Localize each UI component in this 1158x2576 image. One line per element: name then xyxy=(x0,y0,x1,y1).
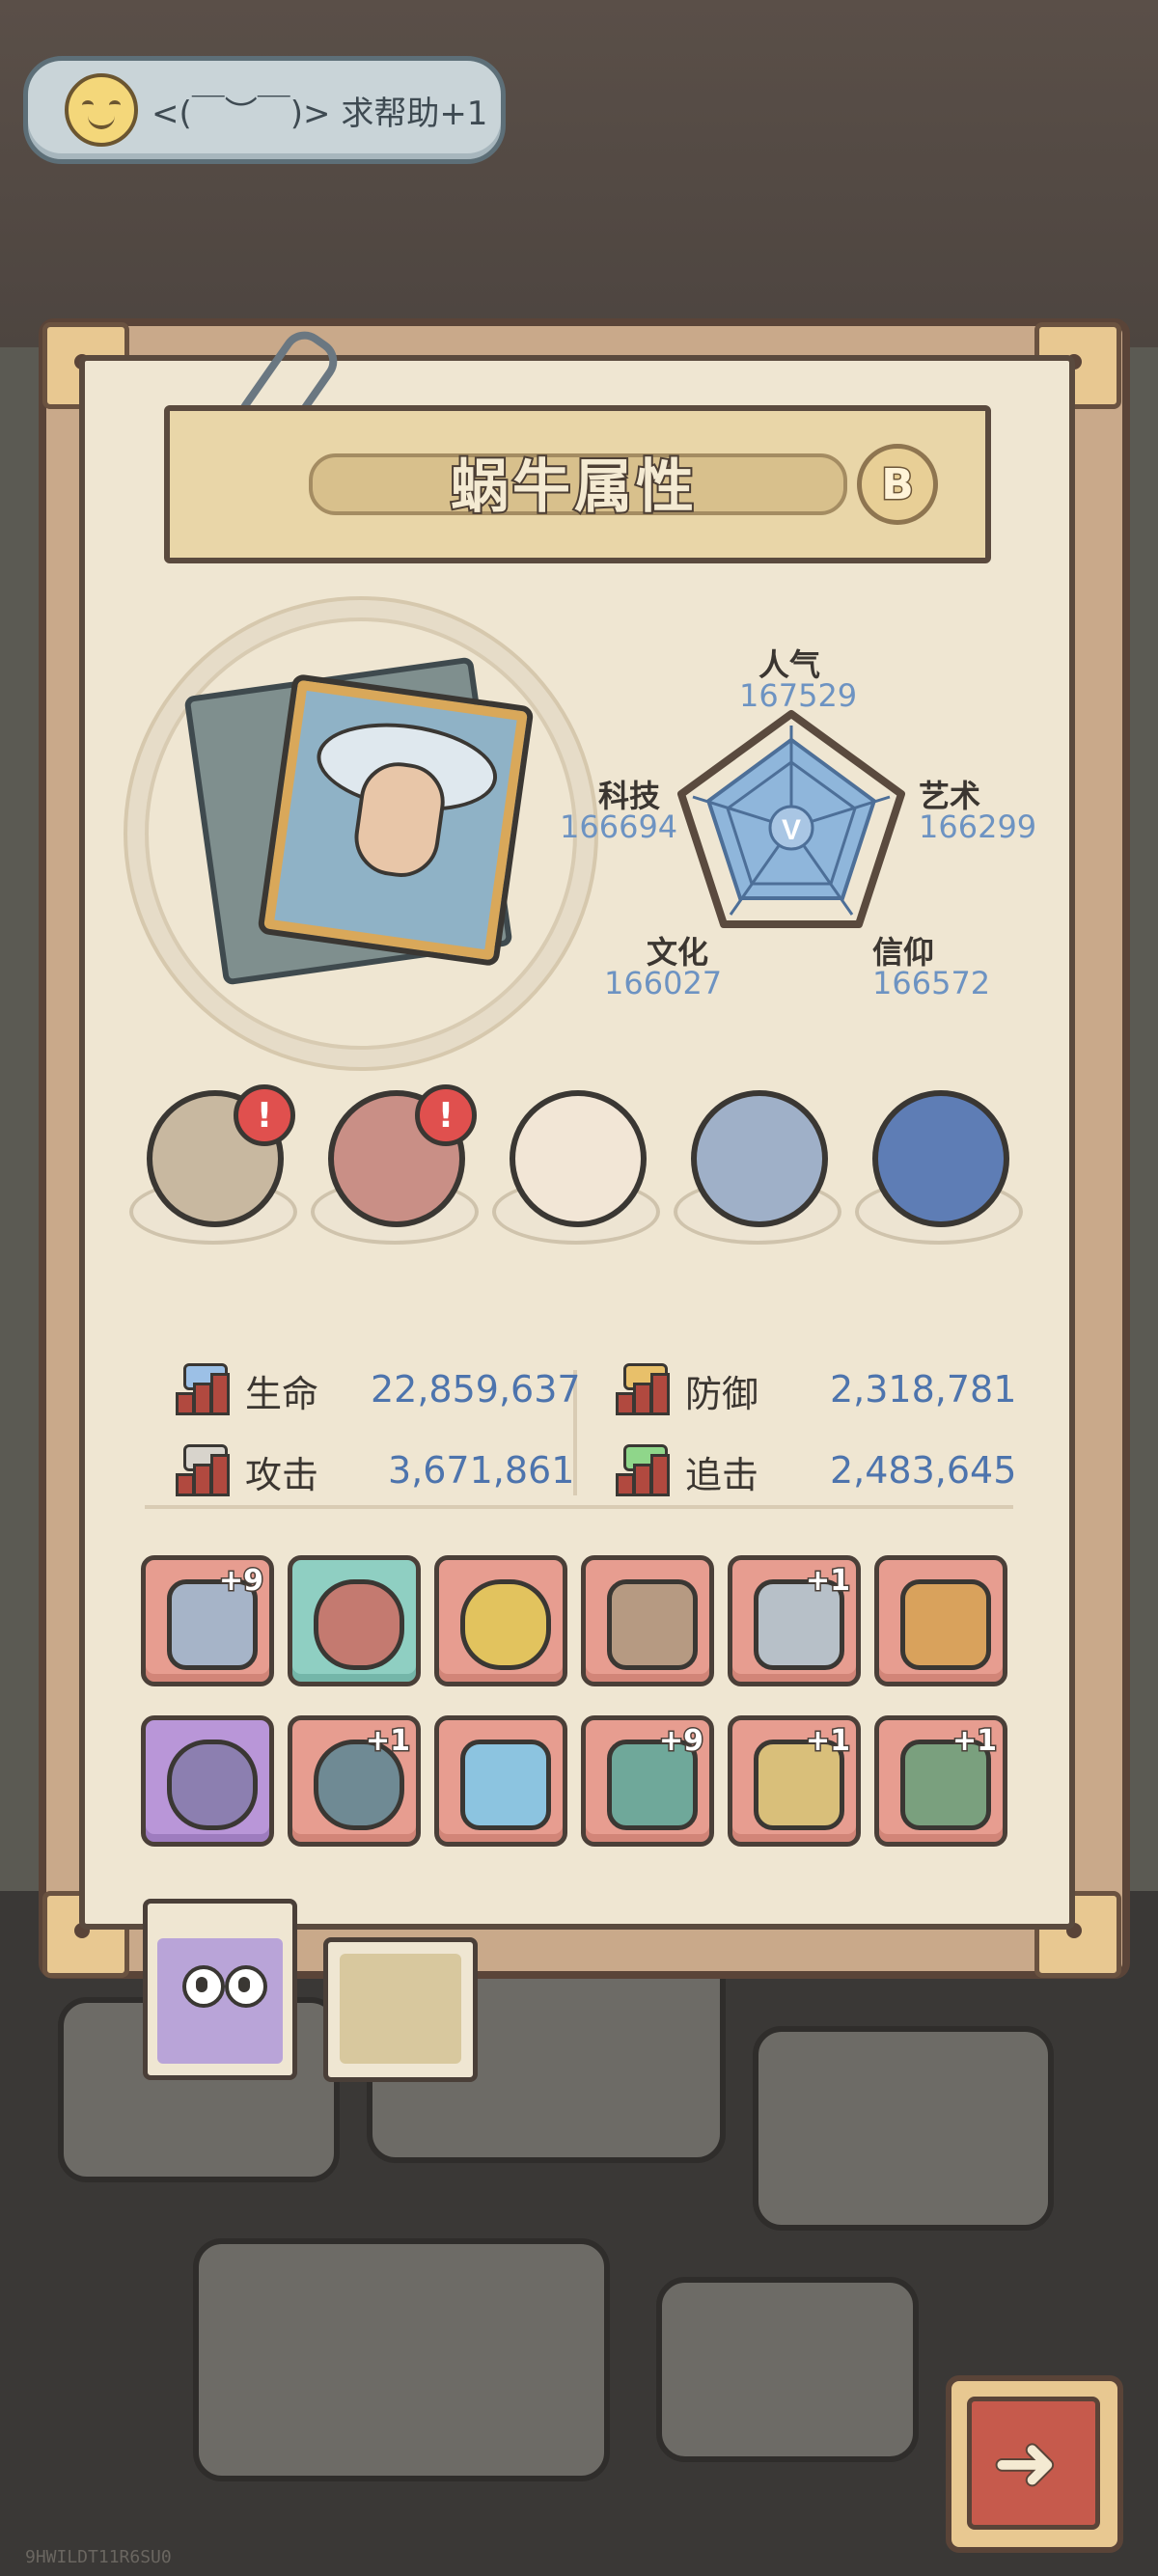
radar-value-faith: 166572 xyxy=(872,965,991,1001)
equip-winged-gauntlet[interactable] xyxy=(874,1555,1007,1686)
defense-label: 防御 xyxy=(685,1373,759,1415)
radar-value-culture: 166027 xyxy=(604,965,723,1001)
attack-value: 3,671,861 xyxy=(388,1449,575,1492)
sword-icon xyxy=(172,1443,239,1496)
crystal-wand-icon xyxy=(460,1740,551,1830)
equip-golden-ring[interactable] xyxy=(434,1555,567,1686)
help-request-text: <(￣︶￣)> 求帮助+1 xyxy=(152,94,488,133)
stat-defense: 防御 xyxy=(612,1362,759,1417)
golden-ring-icon xyxy=(460,1579,551,1670)
smiley-icon xyxy=(65,73,138,147)
enhance-level: +1 xyxy=(804,1563,851,1600)
equip-koala-head[interactable] xyxy=(141,1715,274,1847)
character-portrait[interactable] xyxy=(257,672,535,968)
hp-icon xyxy=(172,1362,239,1415)
relic-alert-badge: ! xyxy=(415,1084,477,1146)
equip-golden-helm[interactable]: +1 xyxy=(728,1715,861,1847)
radar-center-label: V xyxy=(782,814,801,846)
attack-label: 攻击 xyxy=(245,1454,319,1496)
stat-hp: 生命 xyxy=(172,1362,319,1417)
snail-icon xyxy=(157,1938,283,2064)
fanged-skull-relic[interactable]: ! xyxy=(311,1084,479,1245)
chase-label: 追击 xyxy=(685,1454,759,1496)
background-sky xyxy=(0,0,1158,347)
lightning-icon xyxy=(612,1443,679,1496)
enhance-level: +1 xyxy=(364,1723,411,1760)
equip-war-hammer[interactable]: +1 xyxy=(874,1715,1007,1847)
stat-chase: 追击 xyxy=(612,1443,759,1498)
equip-serpent-staff[interactable]: +9 xyxy=(581,1715,714,1847)
equip-stone-mask[interactable] xyxy=(581,1555,714,1686)
koi-fish-relic[interactable] xyxy=(492,1090,660,1245)
stone-mask-icon xyxy=(607,1579,698,1670)
relic-alert-badge: ! xyxy=(234,1084,295,1146)
help-request-bubble[interactable]: <(￣︶￣)> 求帮助+1 xyxy=(23,56,506,164)
enhance-level: +9 xyxy=(657,1723,704,1760)
shell-icon xyxy=(340,1954,461,2064)
grade-badge[interactable]: B xyxy=(857,444,938,525)
gem-box-relic[interactable] xyxy=(855,1090,1023,1245)
watermark: 9HWILDT11R6SU0 xyxy=(25,2547,172,2567)
attribute-radar-chart: V xyxy=(677,710,905,928)
enhance-level: +1 xyxy=(951,1723,998,1760)
enhance-level: +1 xyxy=(804,1723,851,1760)
arrow-right-icon: ➜ xyxy=(991,2418,1060,2507)
equip-tentacle-sword[interactable]: +9 xyxy=(141,1555,274,1686)
mechanical-octopus-relic[interactable]: ! xyxy=(129,1084,297,1245)
stat-attack: 攻击 xyxy=(172,1443,319,1498)
enhance-level: +9 xyxy=(217,1563,264,1600)
panel-title: 蜗牛属性 xyxy=(449,452,698,523)
snail-tab[interactable] xyxy=(143,1899,297,2080)
equip-crystal-wand[interactable] xyxy=(434,1715,567,1847)
radar-value-art: 166299 xyxy=(919,808,1037,845)
stats-separator xyxy=(145,1505,1013,1509)
hp-label: 生命 xyxy=(245,1373,319,1415)
radar-value-popularity: 167529 xyxy=(739,677,858,714)
hp-value: 22,859,637 xyxy=(371,1368,581,1411)
radar-value-tech: 166694 xyxy=(560,808,678,845)
defense-value: 2,318,781 xyxy=(830,1368,1017,1411)
equip-serpent-ring[interactable]: +1 xyxy=(288,1715,421,1847)
koala-head-icon xyxy=(167,1740,258,1830)
equip-bear-head[interactable] xyxy=(288,1555,421,1686)
compass-relic[interactable] xyxy=(674,1090,841,1245)
winged-gauntlet-icon xyxy=(900,1579,991,1670)
equip-dagger[interactable]: +1 xyxy=(728,1555,861,1686)
next-button[interactable]: ➜ xyxy=(946,2375,1123,2553)
shell-tab[interactable] xyxy=(323,1937,478,2082)
chase-value: 2,483,645 xyxy=(830,1449,1017,1492)
shield-icon xyxy=(612,1362,679,1415)
bear-head-icon xyxy=(314,1579,404,1670)
